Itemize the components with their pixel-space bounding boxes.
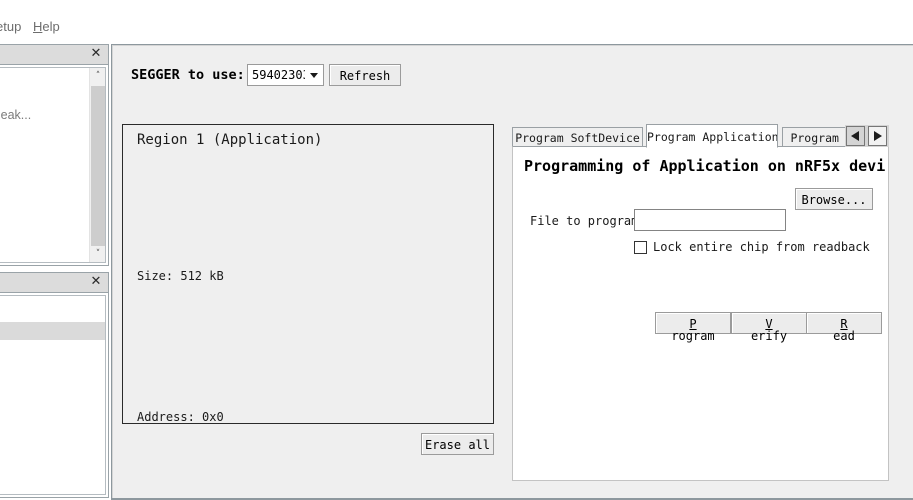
lock-chip-checkbox[interactable] xyxy=(634,241,647,254)
tab-program-softdevice-label: Program SoftDevice xyxy=(515,131,640,145)
page-title: Programming of Application on nRF5x devi xyxy=(524,157,885,175)
read-button[interactable]: Read xyxy=(806,312,882,334)
region-title: Region 1 (Application) xyxy=(137,132,322,148)
left-dock-panel-bottom: ✕ ers xyxy=(0,272,109,498)
chevron-down-icon[interactable] xyxy=(305,65,323,85)
browse-button-label: Browse... xyxy=(796,194,872,206)
tab-program-application[interactable]: Program Application xyxy=(646,124,778,148)
arrow-right-icon xyxy=(874,131,882,141)
scroll-up-icon[interactable]: ˄ xyxy=(90,68,106,84)
arrow-left-icon xyxy=(851,131,859,141)
read-button-rest: ead xyxy=(807,330,881,342)
program-button-rest: rogram xyxy=(656,330,730,342)
tab-scroll-left-button[interactable] xyxy=(846,126,865,146)
program-button-label: Program xyxy=(656,318,730,342)
close-icon[interactable]: ✕ xyxy=(89,47,103,61)
file-to-program-input[interactable] xyxy=(634,209,786,231)
lock-chip-checkbox-label: Lock entire chip from readback xyxy=(653,240,870,254)
menu-item-help[interactable]: Help xyxy=(33,19,60,34)
menu-item-setup-label: etup xyxy=(0,19,21,34)
menu-item-setup[interactable]: etup xyxy=(0,19,21,34)
scroll-down-icon[interactable]: ˅ xyxy=(90,246,106,262)
segger-select-value: 59402303 xyxy=(252,68,310,82)
segger-select[interactable]: 59402303 xyxy=(247,64,324,86)
erase-all-button[interactable]: Erase all xyxy=(421,433,494,455)
tab-program-application-label: Program Application xyxy=(647,130,778,144)
left-dock-scrollbar[interactable]: ˄ ˅ xyxy=(89,68,105,262)
menu-item-help-mnemonic: H xyxy=(33,19,42,34)
app-window: etup Help ✕ e output rrier/LO leak... sw… xyxy=(0,0,913,500)
region-size: Size: 512 kB xyxy=(137,269,224,283)
program-button[interactable]: Program xyxy=(655,312,731,334)
memory-region-box[interactable]: Region 1 (Application) Size: 512 kB Addr… xyxy=(122,124,494,424)
refresh-button[interactable]: Refresh xyxy=(329,64,401,86)
scrollbar-thumb[interactable] xyxy=(91,86,105,246)
left-dock-panel-bottom-body: ers xyxy=(0,295,106,495)
tab-scroll-controls xyxy=(845,125,889,147)
menu-bar: etup Help xyxy=(0,18,108,38)
browse-button[interactable]: Browse... xyxy=(795,188,873,210)
verify-button[interactable]: Verify xyxy=(731,312,807,334)
left-dock-bottom-list: ers xyxy=(0,296,105,494)
segger-label: SEGGER to use: xyxy=(131,67,245,83)
tab-scroll-right-button[interactable] xyxy=(868,126,887,146)
close-icon[interactable]: ✕ xyxy=(89,275,103,289)
verify-button-rest: erify xyxy=(732,330,806,342)
erase-all-button-label: Erase all xyxy=(422,439,493,451)
verify-button-label: Verify xyxy=(732,318,806,342)
tab-program-softdevice[interactable]: Program SoftDevice xyxy=(512,127,643,147)
read-button-label: Read xyxy=(807,318,881,342)
programming-tab-panel: Program SoftDevice Program Application P… xyxy=(512,124,889,481)
list-item[interactable]: rrier/LO leak... xyxy=(0,108,31,122)
region-address: Address: 0x0 xyxy=(137,410,224,424)
menu-item-help-label: elp xyxy=(42,19,59,34)
left-dock-panel-bottom-titlebar: ✕ xyxy=(0,273,108,293)
file-to-program-label: File to program: xyxy=(530,214,646,228)
refresh-button-label: Refresh xyxy=(330,70,400,82)
left-dock-panel-top-body: e output rrier/LO leak... sweep ation ˄ … xyxy=(0,67,106,263)
left-dock-panel-top: ✕ e output rrier/LO leak... sweep ation … xyxy=(0,44,109,266)
left-dock-panel-top-titlebar: ✕ xyxy=(0,45,108,65)
left-dock-tree-list: e output rrier/LO leak... sweep ation xyxy=(0,68,88,262)
tab-strip: Program SoftDevice Program Application P… xyxy=(512,124,889,147)
